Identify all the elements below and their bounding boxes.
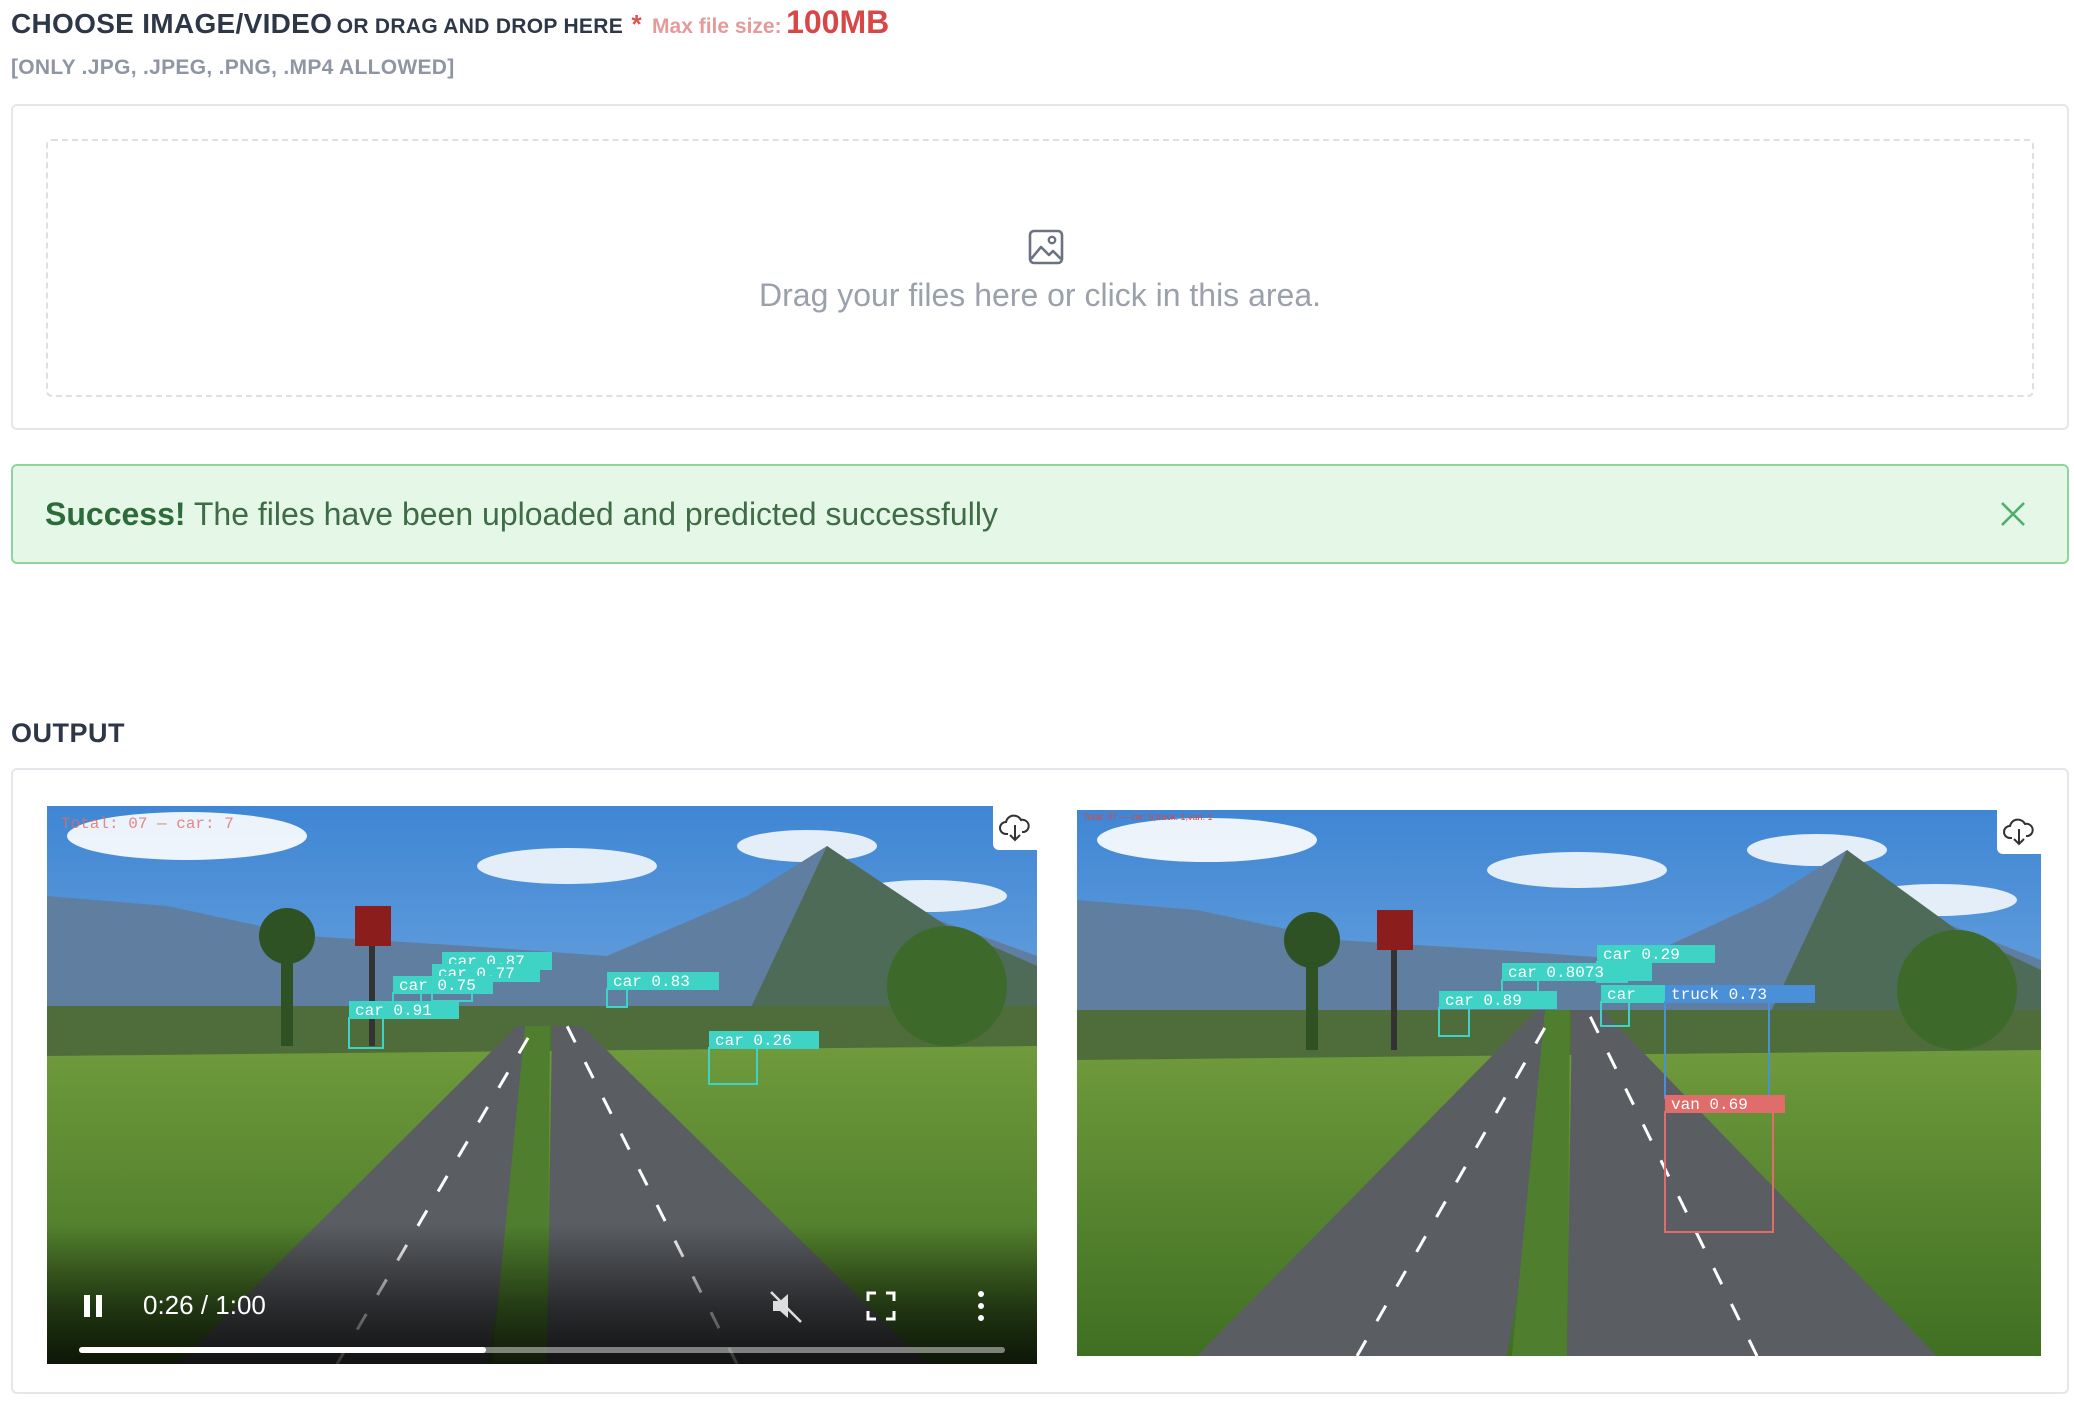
output-image: Total: 07 — car: 5;truck: 1;van: 1 car 0…: [1077, 810, 2041, 1356]
alert-message: The files have been uploaded and predict…: [185, 496, 998, 532]
max-size-label: Max file size:: [652, 15, 782, 38]
detection-label: car 0.26: [715, 1032, 792, 1050]
dropzone-text: Drag your files here or click in this ar…: [759, 277, 1321, 313]
upload-card: Drag your files here or click in this ar…: [11, 104, 2069, 430]
detection-label: car 0.75: [399, 977, 476, 995]
video-overlay-text: Total: 07 — car: 7: [61, 815, 234, 833]
detection-label: van 0.69: [1671, 1096, 1748, 1114]
alert-strong: Success!: [45, 496, 186, 532]
video-controls: 0:26 / 1:00: [47, 1224, 1037, 1364]
image-overlay-text: Total: 07 — car: 5;truck: 1;van: 1: [1083, 812, 1213, 822]
detection-label: truck 0.73: [1671, 986, 1767, 1004]
file-dropzone[interactable]: Drag your files here or click in this ar…: [46, 139, 2034, 397]
video-time: 0:26 / 1:00: [143, 1290, 266, 1320]
mute-icon[interactable]: [769, 1288, 805, 1324]
image-icon: [1028, 229, 1064, 265]
detection-label: car 0.29: [1603, 946, 1680, 964]
required-mark: *: [631, 9, 642, 39]
image-frame: Total: 07 — car: 5;truck: 1;van: 1 car 0…: [1077, 810, 2041, 1356]
detection-label: car: [1607, 986, 1636, 1004]
video-player[interactable]: Total: 07 — car: 7 car 0.87 car 0.77 car 0…: [47, 806, 1037, 1364]
fullscreen-icon[interactable]: [865, 1290, 897, 1322]
success-alert: Success! The files have been uploaded an…: [11, 464, 2069, 564]
alert-text: Success! The files have been uploaded an…: [45, 496, 998, 533]
detection-label: car 0.91: [355, 1002, 432, 1020]
close-icon[interactable]: [1997, 498, 2029, 530]
download-video-button[interactable]: [993, 806, 1037, 850]
output-title: OUTPUT: [11, 718, 125, 748]
upload-header: CHOOSE IMAGE/VIDEO OR DRAG AND DROP HERE…: [11, 4, 889, 41]
download-image-button[interactable]: [1997, 810, 2041, 854]
detection-label: car 0.83: [613, 973, 690, 991]
cloud-download-icon: [999, 814, 1030, 842]
upload-subtitle: OR DRAG AND DROP HERE: [336, 15, 624, 38]
detection-label: car 0.8073: [1508, 964, 1604, 982]
video-progress-bar[interactable]: [79, 1347, 1005, 1353]
cloud-download-icon: [2003, 818, 2034, 846]
video-progress-fill: [79, 1347, 487, 1353]
allowed-types: [ONLY .JPG, .JPEG, .PNG, .MP4 ALLOWED]: [11, 56, 455, 79]
more-options-icon[interactable]: [975, 1288, 987, 1324]
output-card: Total: 07 — car: 7 car 0.87 car 0.77 car 0…: [11, 768, 2069, 1394]
detection-label: car 0.89: [1445, 992, 1522, 1010]
pause-icon[interactable]: [81, 1292, 107, 1320]
upload-title: CHOOSE IMAGE/VIDEO: [11, 8, 333, 39]
max-size-value: 100MB: [786, 4, 890, 40]
